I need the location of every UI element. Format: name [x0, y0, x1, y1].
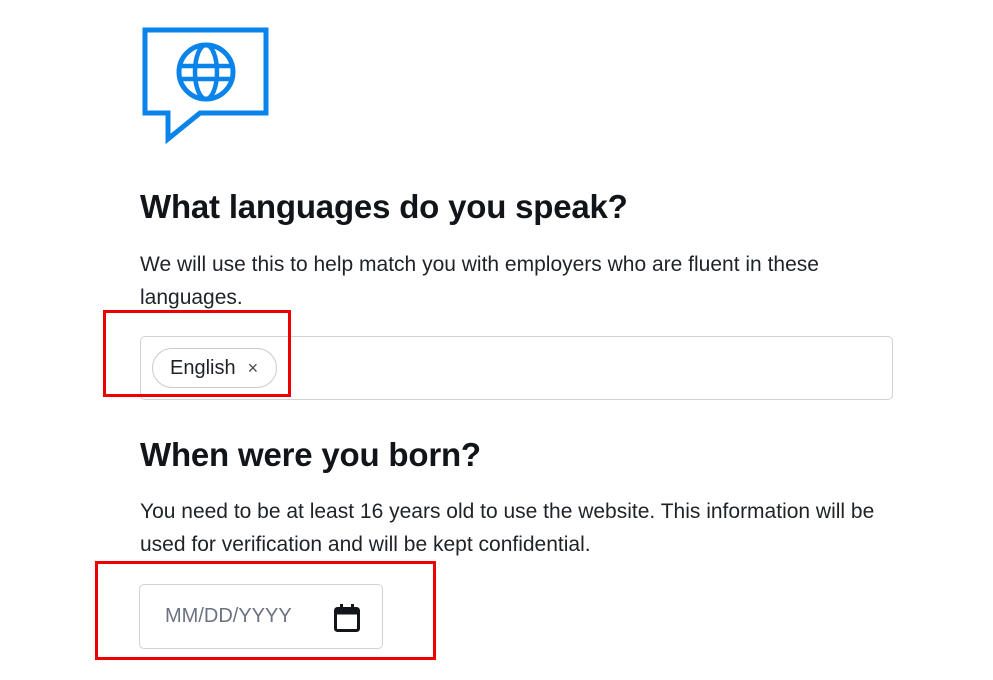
birthdate-description: You need to be at least 16 years old to …	[140, 500, 875, 556]
birthdate-input[interactable]	[165, 605, 345, 628]
birthdate-field[interactable]	[139, 584, 383, 649]
languages-heading: What languages do you speak?	[140, 188, 628, 225]
calendar-icon[interactable]	[333, 603, 361, 633]
birthdate-heading: When were you born?	[140, 436, 481, 473]
globe-speech-bubble-icon	[142, 27, 269, 144]
languages-input[interactable]: English ×	[140, 336, 893, 400]
remove-chip-icon[interactable]: ×	[248, 358, 259, 379]
language-chip-english[interactable]: English ×	[152, 348, 278, 388]
page: What languages do you speak? We will use…	[0, 0, 993, 680]
language-chip-label: English	[170, 356, 236, 379]
languages-description: We will use this to help match you with …	[140, 253, 819, 309]
